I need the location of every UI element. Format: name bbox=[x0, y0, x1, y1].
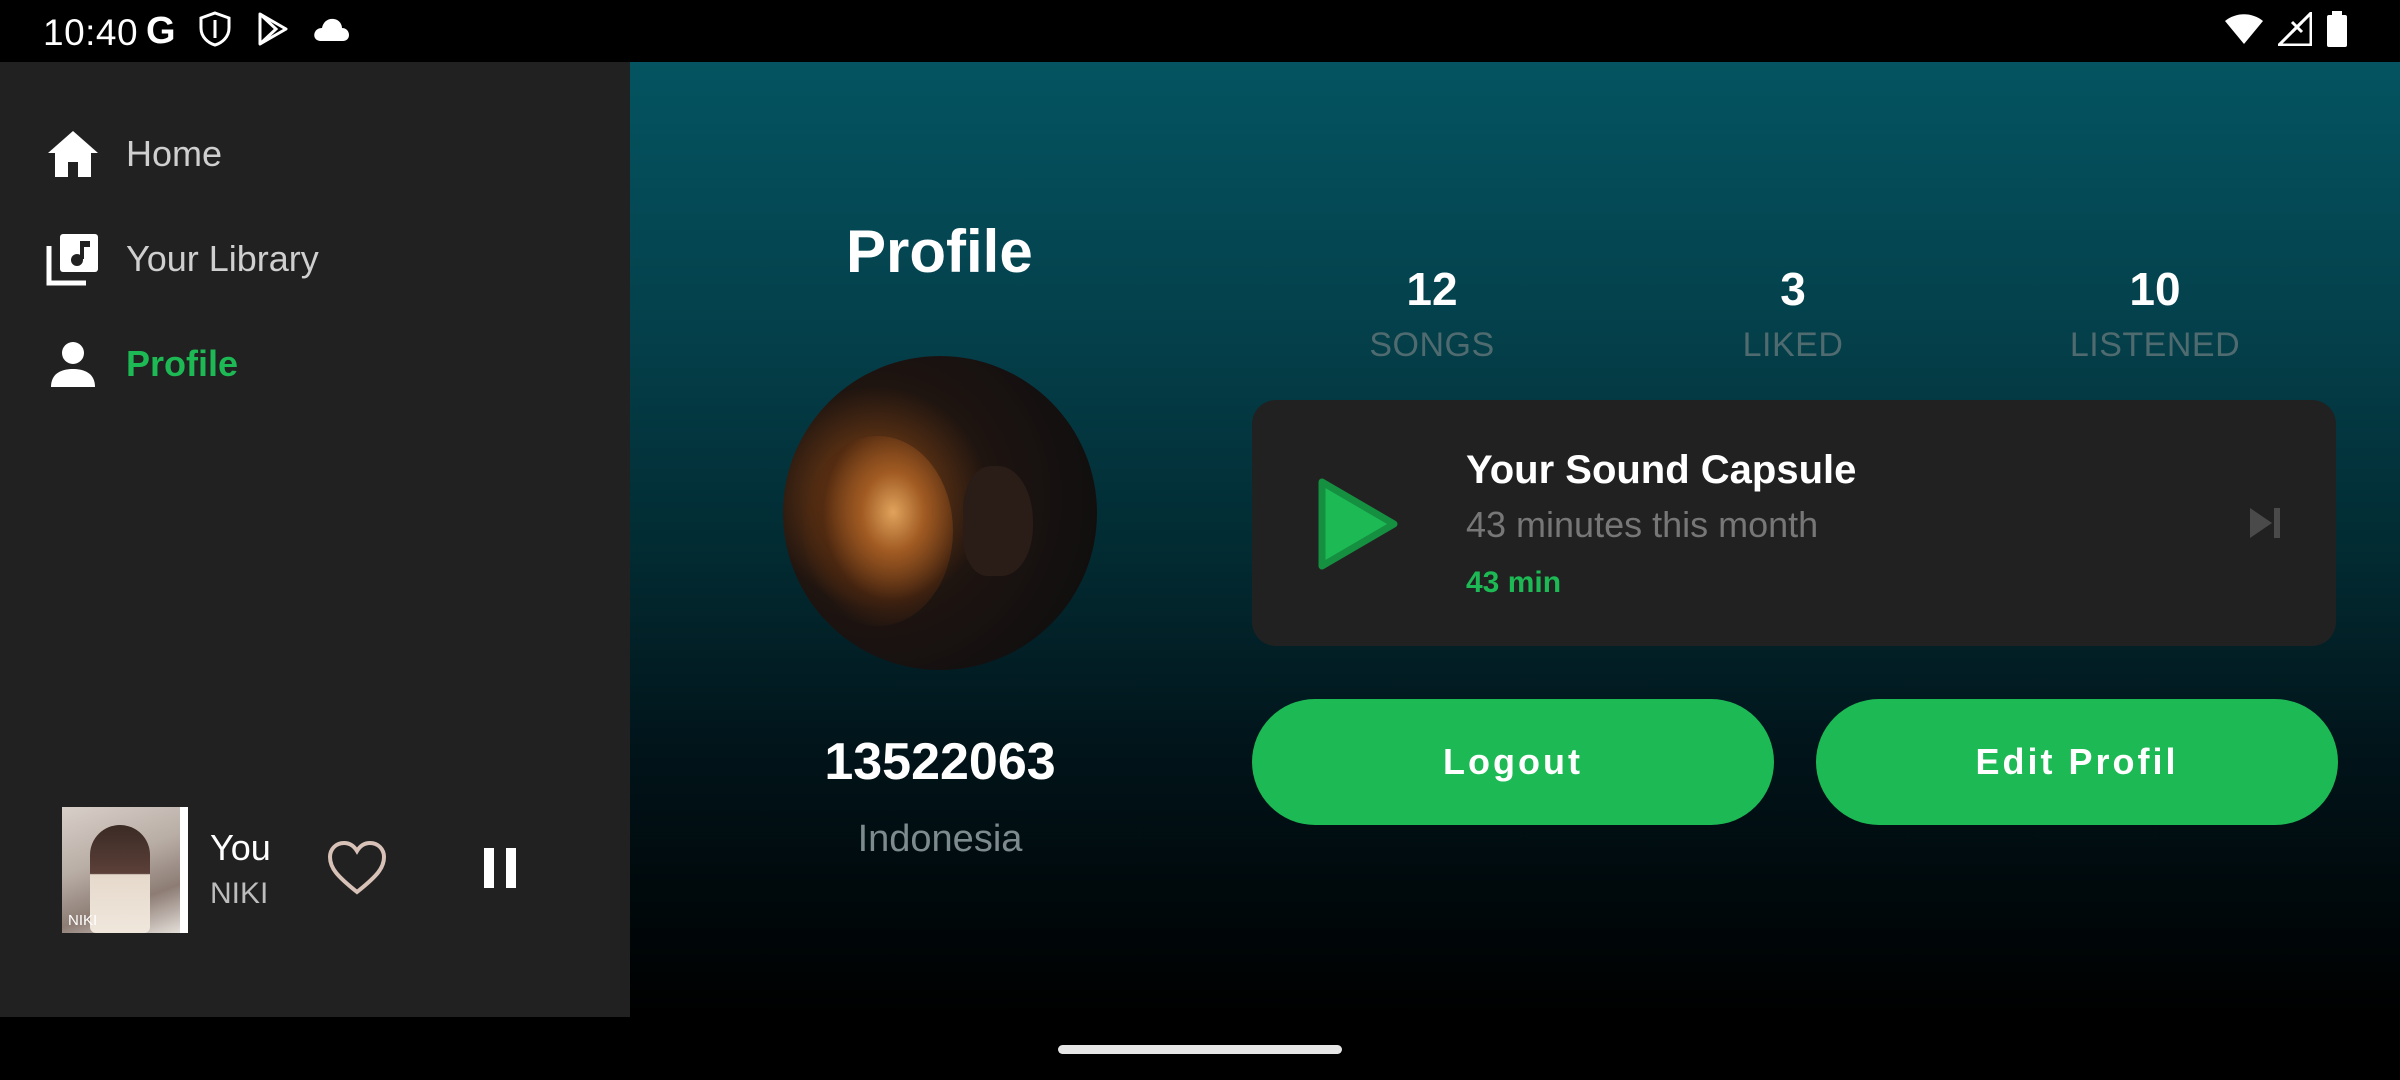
sidebar-item-profile[interactable]: Profile bbox=[46, 334, 238, 394]
heart-icon bbox=[327, 840, 387, 901]
page-title: Profile bbox=[846, 218, 1033, 285]
play-icon[interactable] bbox=[1314, 476, 1400, 572]
avatar bbox=[783, 356, 1097, 670]
sidebar-item-label: Profile bbox=[126, 343, 239, 384]
skip-next-icon[interactable] bbox=[2246, 504, 2284, 542]
person-icon bbox=[46, 337, 100, 391]
album-art: NIKI bbox=[62, 807, 188, 933]
wifi-icon bbox=[2224, 13, 2264, 50]
album-art-figure bbox=[90, 825, 150, 933]
stat-value: 10 bbox=[2129, 263, 2181, 315]
album-art-strip bbox=[180, 807, 188, 933]
capsule-title: Your Sound Capsule bbox=[1466, 448, 1857, 492]
status-left-icons: G bbox=[146, 10, 350, 52]
pause-button[interactable] bbox=[467, 837, 533, 903]
sidebar-item-label: Your Library bbox=[126, 238, 319, 279]
sidebar-item-label: Home bbox=[126, 133, 223, 174]
mini-player[interactable]: NIKI You NIKI bbox=[62, 807, 602, 935]
stat-songs: 12 SONGS bbox=[1282, 262, 1582, 365]
sidebar: Home Your Library Profile NIKI You NIKI bbox=[0, 62, 630, 1017]
stat-label: LIKED bbox=[1742, 326, 1844, 364]
stat-value: 12 bbox=[1406, 263, 1458, 315]
stat-liked: 3 LIKED bbox=[1643, 262, 1943, 365]
sidebar-item-library[interactable]: Your Library bbox=[46, 229, 319, 289]
home-gesture-bar[interactable] bbox=[1058, 1045, 1342, 1054]
pause-icon bbox=[482, 846, 518, 895]
track-artist: NIKI bbox=[210, 877, 269, 910]
country: Indonesia bbox=[857, 818, 1023, 860]
shield-icon bbox=[198, 10, 232, 52]
stat-listened: 10 LISTENED bbox=[2005, 262, 2305, 365]
gesture-area bbox=[0, 1017, 2400, 1080]
track-title: You bbox=[210, 827, 271, 868]
status-time: 10:40 bbox=[43, 12, 139, 53]
main-content: Profile 13522063 Indonesia 12 SONGS 3 LI… bbox=[630, 62, 2400, 1017]
battery-icon bbox=[2326, 10, 2348, 52]
like-button[interactable] bbox=[324, 837, 390, 903]
status-right-icons bbox=[2224, 8, 2348, 52]
capsule-subtitle: 43 minutes this month bbox=[1466, 504, 1819, 545]
album-art-label: NIKI bbox=[68, 912, 98, 929]
library-icon bbox=[46, 232, 100, 286]
sound-capsule-card[interactable]: Your Sound Capsule 43 minutes this month… bbox=[1252, 400, 2336, 646]
username: 13522063 bbox=[824, 733, 1056, 791]
cloud-icon bbox=[312, 15, 350, 48]
capsule-duration: 43 min bbox=[1466, 566, 1562, 599]
avatar-hair bbox=[803, 436, 953, 626]
home-icon bbox=[46, 127, 100, 181]
stat-label: LISTENED bbox=[2069, 326, 2241, 364]
avatar-face bbox=[963, 466, 1033, 576]
status-bar: 10:40 G bbox=[0, 0, 2400, 62]
stat-value: 3 bbox=[1780, 263, 1806, 315]
logout-button[interactable]: Logout bbox=[1252, 699, 1774, 825]
stat-label: SONGS bbox=[1369, 326, 1495, 364]
play-store-icon bbox=[254, 11, 290, 52]
signal-icon bbox=[2275, 8, 2313, 51]
google-icon: G bbox=[146, 10, 176, 52]
edit-profile-button[interactable]: Edit Profil bbox=[1816, 699, 2338, 825]
sidebar-item-home[interactable]: Home bbox=[46, 124, 222, 184]
